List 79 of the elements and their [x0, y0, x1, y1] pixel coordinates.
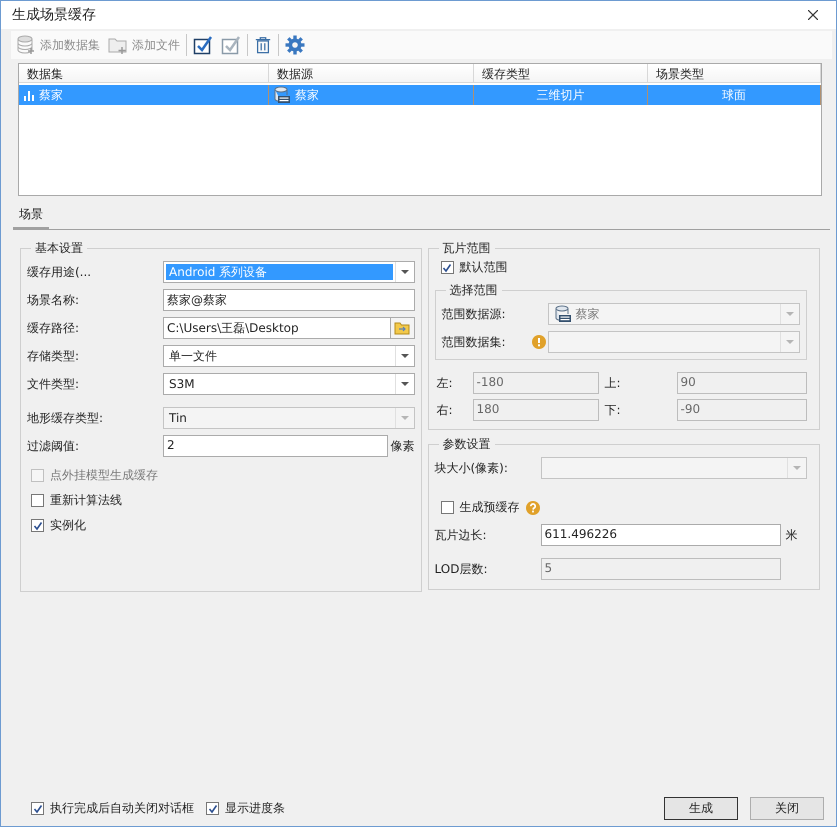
column-header[interactable]: 数据源: [269, 64, 474, 83]
table-cell: 蔡家: [19, 85, 269, 105]
dropdown-caret-icon: [400, 270, 408, 274]
group-title: 瓦片范围: [442, 240, 492, 257]
input-field[interactable]: -90: [676, 399, 807, 421]
field-label: 地形缓存类型:: [27, 410, 104, 426]
checkbox[interactable]: [31, 802, 44, 815]
input-field[interactable]: 90: [676, 372, 807, 394]
input-field[interactable]: C:\Users\王磊\Desktop: [163, 317, 390, 339]
field-label: 上:: [604, 374, 622, 392]
field-label: 右:: [436, 402, 454, 418]
database-icon: [554, 305, 572, 323]
checkbox[interactable]: [31, 519, 44, 532]
checkbox-icon: [221, 35, 241, 55]
input-field[interactable]: 5: [540, 558, 780, 580]
settings-button[interactable]: [283, 34, 307, 56]
dropdown-caret-icon: [400, 416, 408, 420]
checkbox-label: 执行完成后自动关闭对话框: [50, 800, 194, 817]
field-label: 瓦片边长:: [434, 526, 488, 544]
table-cell: 蔡家: [269, 85, 474, 105]
field-label: 块大小(像素):: [434, 460, 509, 476]
checkbox-label: 点外挂模型生成缓存: [50, 467, 158, 484]
checkbox[interactable]: [440, 501, 454, 514]
bar-chart-icon: [23, 89, 35, 101]
column-header[interactable]: 场景类型: [648, 64, 821, 83]
browse-button[interactable]: [390, 317, 414, 339]
check-button[interactable]: [191, 34, 215, 56]
field-label: 场景名称:: [27, 292, 80, 308]
dropdown-caret-icon: [786, 312, 794, 316]
group-title: 参数设置: [442, 436, 492, 453]
dropdown[interactable]: 单一文件: [163, 345, 414, 367]
checkbox-label: 显示进度条: [225, 800, 285, 817]
field-label: 范围数据源:: [442, 306, 507, 322]
input-field[interactable]: 2: [163, 435, 388, 457]
field-label: 存储类型:: [27, 348, 80, 364]
window-title: 生成场景缓存: [12, 6, 96, 24]
field-label: 缓存用途(...: [27, 264, 92, 280]
field-label: LOD层数:: [434, 560, 488, 578]
column-header[interactable]: 数据集: [19, 64, 269, 83]
dropdown-caret-icon: [786, 340, 794, 344]
database-icon: [273, 86, 291, 104]
checkbox[interactable]: [31, 494, 44, 507]
field-label: 左:: [436, 374, 454, 392]
input-field[interactable]: 611.496226: [540, 524, 780, 546]
dropdown[interactable]: S3M: [163, 373, 414, 395]
unit-label: 米: [786, 526, 798, 544]
tab[interactable]: 场景: [13, 204, 49, 229]
field-label: 过滤阈值:: [27, 438, 80, 454]
checkbox-icon: [193, 35, 213, 55]
close-icon: [808, 10, 818, 20]
dropdown-caret-icon: [400, 382, 408, 386]
field-label: 缓存路径:: [27, 320, 80, 336]
table-cell: 球面: [648, 85, 821, 105]
settings-icon: [285, 35, 305, 55]
checkbox-label: 实例化: [50, 517, 86, 534]
field-label: 范围数据集:: [442, 334, 507, 350]
database-add-icon: [16, 35, 36, 55]
field-label: 下:: [604, 402, 622, 418]
checkbox[interactable]: [440, 261, 454, 274]
group-title: 基本设置: [34, 240, 84, 257]
checkbox-label: 生成预缓存: [460, 499, 520, 516]
field-label: 文件类型:: [27, 376, 80, 392]
trash-icon: [254, 35, 272, 55]
unit-label: 像素: [390, 438, 414, 454]
dialog-button[interactable]: 生成: [664, 797, 738, 820]
dropdown-caret-icon: [400, 354, 408, 358]
checkbox-label: 重新计算法线: [50, 492, 122, 509]
folder-icon: [394, 321, 410, 335]
column-header[interactable]: 缓存类型: [474, 64, 648, 83]
dialog-button[interactable]: 关闭: [750, 797, 824, 820]
table-cell: 三维切片: [474, 85, 648, 105]
input-field[interactable]: 180: [472, 399, 598, 421]
input-field[interactable]: -180: [472, 372, 598, 394]
group-title: 选择范围: [448, 282, 498, 299]
dropdown[interactable]: 蔡家: [548, 303, 800, 325]
checkbox[interactable]: [206, 802, 219, 815]
checkbox-label: 默认范围: [460, 259, 508, 276]
dropdown-caret-icon: [793, 466, 801, 470]
input-field[interactable]: 蔡家@蔡家: [163, 289, 414, 311]
